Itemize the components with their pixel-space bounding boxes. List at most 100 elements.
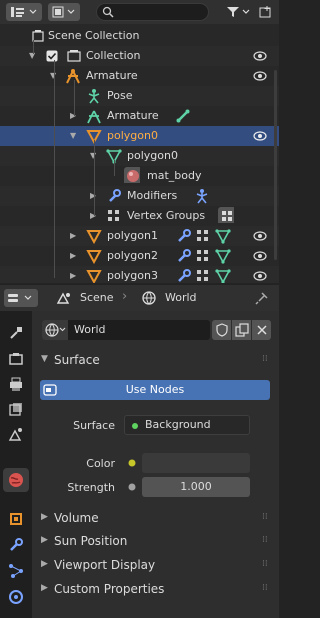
tab-modifiers[interactable] [3,533,29,557]
vertex-group-icon[interactable] [218,207,234,223]
mesh-object-icon [86,230,102,244]
outliner-row-collection[interactable]: ▼ Collection [0,46,279,66]
row-label: polygon2 [107,249,158,262]
properties-editor-type-button[interactable] [4,289,38,307]
panel-title: Sun Position [54,534,128,548]
visibility-eye-icon[interactable] [253,50,267,62]
row-label: mat_body [147,169,202,182]
outliner-row-polygon0-object[interactable]: ▼ polygon0 [0,126,279,146]
tab-particles[interactable] [3,559,29,583]
chevron-right-icon: ▶ [41,583,48,593]
expand-arrow-icon[interactable]: ▶ [70,271,78,281]
expand-arrow-icon[interactable]: ▶ [70,251,78,261]
outliner-header [0,0,279,24]
mesh-data-icon[interactable] [215,228,231,244]
armature-modifier-icon[interactable] [194,188,210,204]
fake-user-button[interactable] [212,320,231,340]
surface-shader-field[interactable]: Background [124,415,250,435]
bone-icon[interactable] [175,108,191,124]
wrench-icon[interactable] [176,228,192,244]
drag-handle-icon[interactable]: ⁞⁞ [262,559,268,569]
drag-handle-icon[interactable]: ⁞⁞ [262,512,268,522]
physics-icon [9,590,23,604]
editor-type-button[interactable] [6,3,42,21]
outliner-row-armature-object[interactable]: ▼ Armature [0,66,279,86]
outliner-row-pose[interactable]: Pose [0,86,279,106]
breadcrumb-world[interactable]: World [165,291,197,304]
properties-header: Scene › World [0,285,279,311]
use-nodes-button[interactable]: Use Nodes [40,380,270,400]
outliner-row-modifiers[interactable]: ▶ Modifiers [0,186,279,206]
tab-scene[interactable] [3,422,29,446]
new-collection-button[interactable] [257,3,275,21]
tab-output[interactable] [3,372,29,396]
panel-title: Volume [54,511,99,525]
outliner-row-vertex-groups[interactable]: ▶ Vertex Groups [0,206,279,226]
tab-tool[interactable] [3,321,29,345]
outliner-row-polygon1[interactable]: ▶ polygon1 [0,226,279,246]
properties-content: World ▼ Surface ⁞⁞ Use Nodes Surface Bac… [32,311,279,618]
surface-panel-header[interactable]: ▼ Surface ⁞⁞ [36,350,268,370]
outliner-row-polygon0-mesh[interactable]: ▼ polygon0 [0,146,279,166]
custom-properties-panel-header[interactable]: ▶ Custom Properties ⁞⁞ [36,579,268,599]
tab-world[interactable] [3,468,29,492]
tab-render[interactable] [3,347,29,371]
row-label: Armature [86,69,138,82]
drag-handle-icon[interactable]: ⁞⁞ [262,535,268,545]
expand-arrow-icon[interactable]: ▶ [70,231,78,241]
world-name-field[interactable]: World [42,320,210,340]
visibility-eye-icon[interactable] [253,250,267,262]
outliner-search-input[interactable] [96,3,209,21]
viewport-display-panel-header[interactable]: ▶ Viewport Display ⁞⁞ [36,555,268,575]
duplicate-button[interactable] [232,320,251,340]
volume-panel-header[interactable]: ▶ Volume ⁞⁞ [36,508,268,528]
use-nodes-label: Use Nodes [125,383,185,396]
vertex-groups-icon[interactable] [195,248,211,264]
strength-slider[interactable]: 1.000 [142,477,250,497]
strength-value: 1.000 [180,480,212,493]
pin-icon[interactable] [255,291,269,305]
visibility-eye-icon[interactable] [253,130,267,142]
visibility-eye-icon[interactable] [253,70,267,82]
vertex-groups-icon[interactable] [195,228,211,244]
visibility-eye-icon[interactable] [253,270,267,282]
display-mode-button[interactable] [48,3,80,21]
duplicate-icon [235,323,249,337]
world-icon [45,323,66,337]
outliner-row-polygon3[interactable]: ▶ polygon3 [0,266,279,283]
outliner-scrollbar[interactable] [274,70,277,260]
world-browse-button[interactable] [42,320,68,340]
armature-object-icon [66,69,80,84]
drag-handle-icon[interactable]: ⁞⁞ [262,354,268,364]
mesh-data-icon[interactable] [215,268,231,283]
tab-physics[interactable] [3,585,29,609]
tab-object[interactable] [3,507,29,531]
world-icon [9,473,23,487]
chevron-right-icon: ▶ [41,535,48,545]
filter-button[interactable] [224,3,254,21]
color-swatch[interactable] [142,453,250,473]
expand-arrow-icon[interactable]: ▼ [70,131,78,141]
mesh-data-icon[interactable] [215,248,231,264]
shield-icon [216,323,228,337]
mesh-object-icon [86,250,102,264]
outliner-row-material[interactable]: mat_body [0,166,279,186]
visibility-eye-icon[interactable] [253,230,267,242]
surface-label: Surface [73,419,115,432]
output-icon [10,377,22,391]
vertex-groups-icon[interactable] [195,268,211,283]
chevron-right-icon: ▶ [41,512,48,522]
tab-view-layer[interactable] [3,397,29,421]
outliner-row-scene-collection[interactable]: Scene Collection [0,26,279,46]
wrench-icon[interactable] [176,268,192,283]
breadcrumb-scene[interactable]: Scene [80,291,114,304]
sun-position-panel-header[interactable]: ▶ Sun Position ⁞⁞ [36,531,268,551]
value-socket-icon[interactable] [127,482,137,492]
drag-handle-icon[interactable]: ⁞⁞ [262,583,268,593]
unlink-button[interactable] [252,320,271,340]
wrench-icon[interactable] [176,248,192,264]
outliner-row-polygon2[interactable]: ▶ polygon2 [0,246,279,266]
row-label: Collection [86,49,141,62]
color-socket-icon[interactable] [127,458,137,468]
outliner-row-armature-data[interactable]: ▶ Armature [0,106,279,126]
